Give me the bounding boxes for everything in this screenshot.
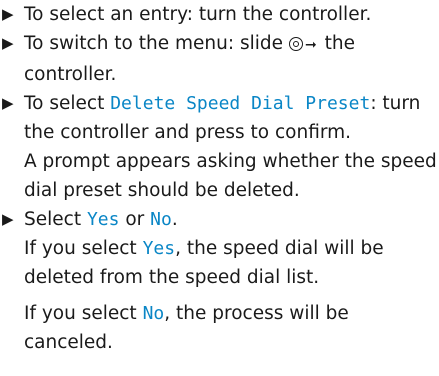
step-text: Select: [24, 209, 87, 230]
result-text: If you select: [24, 303, 143, 324]
option-no: No: [150, 209, 172, 230]
option-yes-inline: Yes: [142, 238, 176, 259]
step-text: or: [119, 209, 151, 230]
controller-slide-icon: [289, 37, 303, 51]
bullet-triangle-icon: ▶: [2, 5, 14, 23]
option-yes: Yes: [86, 209, 120, 230]
instruction-list: ▶ To select an entry: turn the controlle…: [0, 0, 439, 376]
bullet-triangle-icon: ▶: [2, 34, 14, 52]
result-yes: If you select Yes, the speed dial will b…: [24, 234, 439, 292]
step-text: To select an entry: turn the controller.: [24, 4, 372, 25]
option-no-inline: No: [142, 303, 165, 324]
bullet-triangle-icon: ▶: [2, 94, 14, 112]
step-text: To switch to the menu: slide: [24, 33, 283, 54]
step-text: .: [171, 209, 178, 230]
step-select-entry: ▶ To select an entry: turn the controlle…: [0, 0, 439, 29]
menu-item-delete-speed-dial-preset: Delete Speed Dial Preset: [110, 93, 371, 114]
step-select-delete: ▶ To select Delete Speed Dial Preset: tu…: [0, 89, 439, 205]
step-select-yes-no: ▶ Select Yes or No. If you select Yes, t…: [0, 205, 439, 357]
bullet-triangle-icon: ▶: [2, 210, 14, 228]
result-text: If you select: [24, 238, 143, 259]
step-note: A prompt appears asking whether the spee…: [24, 151, 437, 201]
arrow-right-icon: ➞: [305, 37, 317, 53]
step-switch-menu: ▶ To switch to the menu: slide ➞ the cont…: [0, 29, 439, 89]
result-no: If you select No, the process will be ca…: [24, 299, 439, 357]
step-text: To select: [24, 93, 111, 114]
